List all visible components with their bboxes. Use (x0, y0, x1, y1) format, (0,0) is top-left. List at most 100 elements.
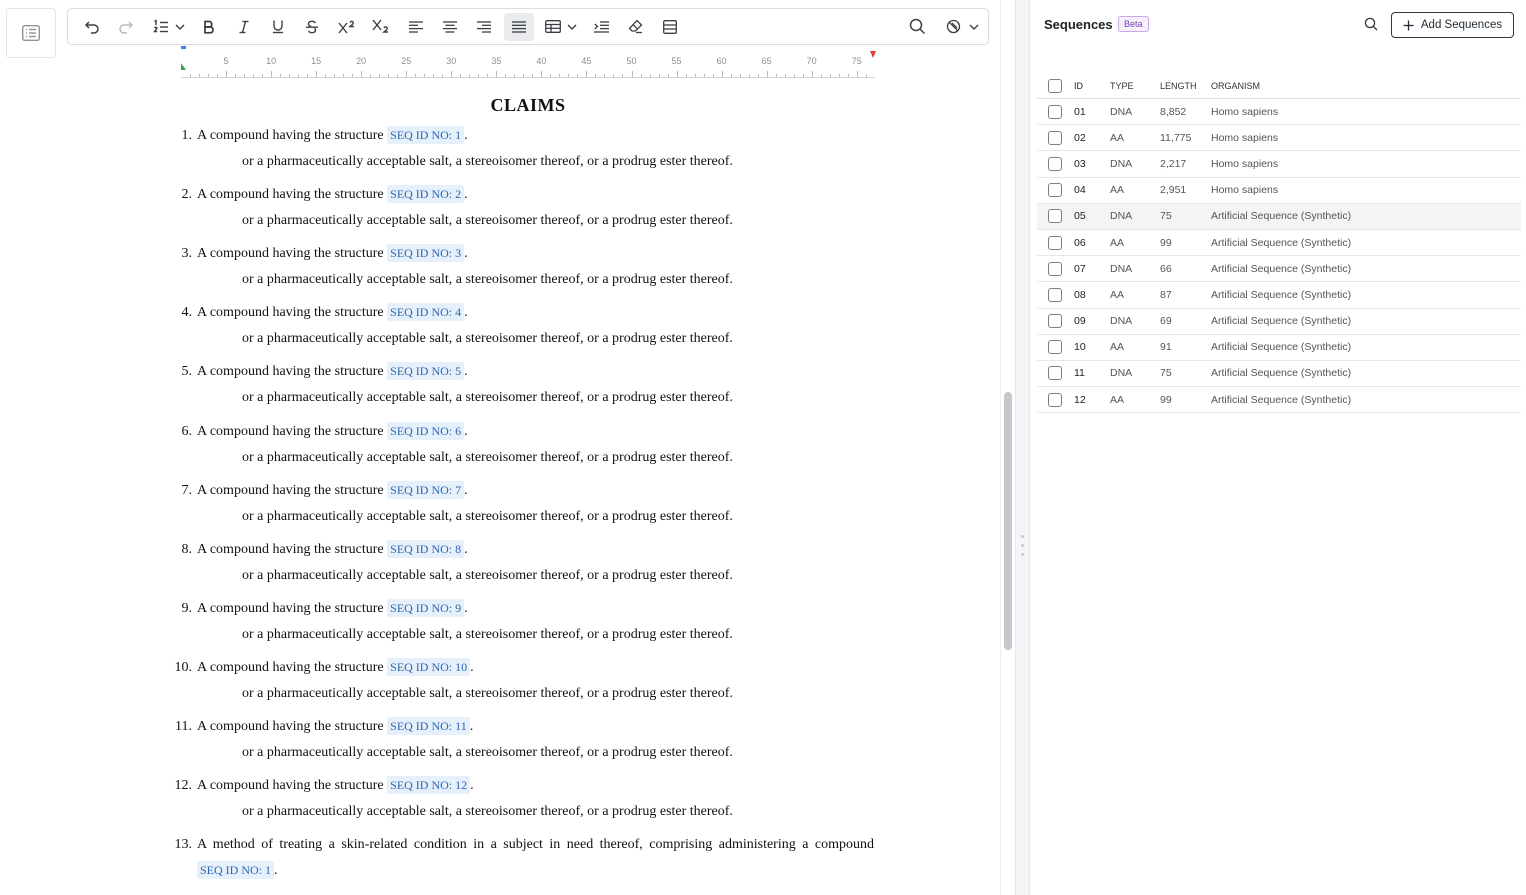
ruler-tick (262, 74, 264, 77)
ruler-tick (244, 74, 246, 77)
ruler-tick (595, 74, 597, 77)
row-checkbox[interactable] (1048, 183, 1062, 198)
row-checkbox[interactable] (1048, 156, 1062, 171)
cell-type: DNA (1110, 262, 1133, 275)
sequence-reference-chip[interactable]: SEQ ID NO: 7 (387, 480, 465, 499)
bold-button[interactable] (194, 13, 224, 41)
sequence-reference-chip[interactable]: SEQ ID NO: 5 (387, 362, 465, 381)
claim-text: A method of treating a skin-related cond… (197, 837, 874, 853)
left-margin-marker-icon[interactable] (181, 46, 187, 76)
claim-number: 8. (181, 541, 193, 557)
sequence-reference-chip[interactable]: SEQ ID NO: 8 (387, 539, 465, 558)
list-style-dropdown[interactable] (172, 13, 188, 41)
editor-toolbar (67, 8, 989, 45)
sequence-reference-chip[interactable]: SEQ ID NO: 4 (387, 303, 465, 322)
claim-continuation: or a pharmaceutically acceptable salt, a… (242, 508, 733, 524)
highlight-options-dropdown[interactable] (966, 13, 982, 41)
layout-button[interactable] (655, 13, 685, 41)
ruler-tick (307, 74, 309, 77)
row-checkbox[interactable] (1048, 392, 1062, 407)
sequence-reference-chip[interactable]: SEQ ID NO: 12 (387, 776, 471, 795)
claim-continuation: or a pharmaceutically acceptable salt, a… (242, 685, 733, 701)
underline-button[interactable] (263, 13, 293, 41)
table-row[interactable]: 01 DNA 8,852 Homo sapiens (1037, 99, 1521, 126)
find-button[interactable] (902, 13, 932, 41)
claim-text: A compound having the structure SEQ ID N… (197, 480, 468, 499)
panel-search-button[interactable] (1364, 17, 1380, 33)
ruler-tick (415, 74, 417, 77)
claim-number: 2. (181, 187, 193, 203)
cell-type: DNA (1110, 315, 1133, 328)
add-sequences-button[interactable]: Add Sequences (1391, 12, 1514, 38)
table-row[interactable]: 02 AA 11,775 Homo sapiens (1037, 125, 1521, 152)
table-row[interactable]: 05 DNA 75 Artificial Sequence (Synthetic) (1037, 203, 1521, 230)
sequence-reference-chip[interactable]: SEQ ID NO: 1 (197, 861, 274, 880)
align-justify-icon (511, 20, 526, 33)
align-center-button[interactable] (435, 13, 465, 41)
align-left-icon (408, 20, 423, 33)
ruler-tick (847, 74, 849, 77)
document-body[interactable]: CLAIMS 1. A compound having the structure… (0, 78, 1000, 895)
sequence-reference-chip[interactable]: SEQ ID NO: 11 (387, 717, 470, 735)
document-scrollbar-thumb[interactable] (1004, 392, 1012, 650)
highlight-toggle-button[interactable] (938, 13, 968, 41)
cell-type: AA (1110, 341, 1125, 354)
row-checkbox[interactable] (1048, 340, 1062, 355)
align-justify-button[interactable] (503, 12, 534, 41)
subscript-button[interactable] (366, 13, 396, 41)
align-left-button[interactable] (401, 13, 431, 41)
table-row[interactable]: 07 DNA 66 Artificial Sequence (Synthetic) (1037, 256, 1521, 283)
claim-prefix: A compound having the structure (197, 246, 384, 262)
italic-button[interactable] (229, 13, 259, 41)
row-checkbox[interactable] (1048, 261, 1062, 276)
table-row[interactable]: 10 AA 91 Artificial Sequence (Synthetic) (1037, 335, 1521, 361)
select-all-checkbox[interactable] (1048, 79, 1062, 93)
ruler-label: 10 (266, 56, 277, 66)
row-checkbox[interactable] (1048, 314, 1062, 329)
table-row[interactable]: 04 AA 2,951 Homo sapiens (1037, 178, 1521, 204)
numbered-list-icon (152, 18, 168, 32)
sequence-reference-chip[interactable]: SEQ ID NO: 6 (387, 421, 465, 440)
sequence-reference-chip[interactable]: SEQ ID NO: 10 (387, 657, 471, 676)
sequence-reference-chip[interactable]: SEQ ID NO: 2 (387, 185, 465, 204)
strikethrough-button[interactable] (297, 13, 327, 41)
sequence-reference-chip[interactable]: SEQ ID NO: 1 (387, 126, 465, 144)
column-header-type[interactable]: TYPE (1110, 81, 1160, 91)
sequence-reference-chip[interactable]: SEQ ID NO: 3 (387, 244, 465, 263)
row-checkbox[interactable] (1048, 209, 1062, 224)
claim-prefix: A compound having the structure (197, 600, 384, 616)
align-right-button[interactable] (469, 13, 499, 41)
redo-button[interactable] (111, 13, 141, 41)
undo-button[interactable] (77, 13, 107, 41)
superscript-button[interactable] (332, 13, 362, 41)
cell-type: AA (1110, 393, 1125, 406)
row-checkbox[interactable] (1048, 287, 1062, 302)
row-checkbox[interactable] (1048, 130, 1062, 145)
column-header-organism[interactable]: ORGANISM (1211, 81, 1521, 91)
ruler-label: 60 (716, 56, 727, 66)
drag-handle-dot (1021, 535, 1024, 538)
panel-resize-handle[interactable] (1015, 0, 1030, 895)
search-icon (1364, 17, 1378, 31)
table-row[interactable]: 09 DNA 69 Artificial Sequence (Synthetic) (1037, 309, 1521, 335)
table-row[interactable]: 08 AA 87 Artificial Sequence (Synthetic) (1037, 282, 1521, 309)
indent-button[interactable] (586, 13, 616, 41)
ruler-tick (325, 74, 327, 77)
table-row[interactable]: 03 DNA 2,217 Homo sapiens (1037, 151, 1521, 178)
row-checkbox[interactable] (1048, 235, 1062, 250)
row-checkbox[interactable] (1048, 104, 1062, 119)
column-header-length[interactable]: LENGTH (1160, 81, 1211, 91)
table-row[interactable]: 12 AA 99 Artificial Sequence (Synthetic) (1037, 387, 1521, 414)
table-row[interactable]: 11 DNA 75 Artificial Sequence (Synthetic) (1037, 361, 1521, 388)
ruler-tick (361, 71, 363, 77)
right-margin-marker-icon[interactable] (870, 51, 876, 59)
table-row[interactable]: 06 AA 99 Artificial Sequence (Synthetic) (1037, 230, 1521, 257)
table-options-dropdown[interactable] (564, 13, 580, 41)
clear-format-button[interactable] (621, 13, 651, 41)
ruler-tick (802, 74, 804, 77)
column-header-id[interactable]: ID (1074, 81, 1110, 91)
ruler-tick (379, 74, 381, 77)
row-checkbox[interactable] (1048, 366, 1062, 381)
sequence-reference-chip[interactable]: SEQ ID NO: 9 (387, 598, 465, 617)
outline-toggle-button[interactable] (6, 8, 56, 58)
